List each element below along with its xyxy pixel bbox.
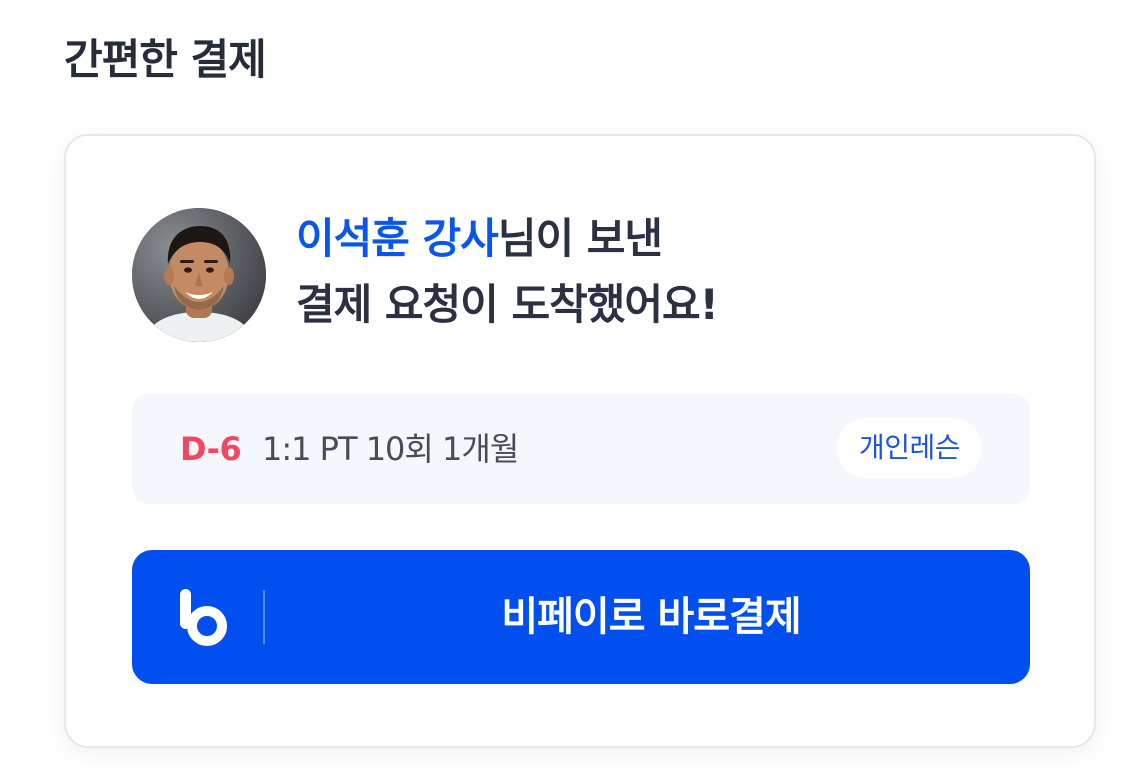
- message-line-1-suffix: 님이 보낸: [497, 214, 663, 263]
- payment-request-message: 이석훈 강사님이 보낸 결제 요청이 도착했어요!: [296, 206, 1016, 338]
- instructor-avatar: [132, 208, 266, 342]
- pay-button-label: 비페이로 바로결제: [501, 594, 801, 640]
- button-divider: [263, 590, 265, 644]
- lesson-summary: D-6 1:1 PT 10회 1개월 개인레슨: [132, 394, 1030, 504]
- message-line-2: 결제 요청이 도착했어요!: [296, 280, 719, 329]
- dday-badge: D-6: [180, 430, 242, 468]
- section-title: 간편한 결제: [64, 35, 267, 84]
- lesson-type-tag: 개인레슨: [836, 418, 982, 478]
- bpay-pay-button[interactable]: 비페이로 바로결제: [132, 550, 1030, 684]
- payment-request-card: 이석훈 강사님이 보낸 결제 요청이 도착했어요! D-6 1:1 PT 10회…: [64, 134, 1096, 748]
- bpay-logo-icon: [180, 589, 227, 646]
- message-line-1: 이석훈 강사님이 보낸: [296, 206, 1016, 272]
- instructor-name: 이석훈 강사: [296, 214, 499, 263]
- lesson-name: 1:1 PT 10회 1개월: [262, 430, 519, 468]
